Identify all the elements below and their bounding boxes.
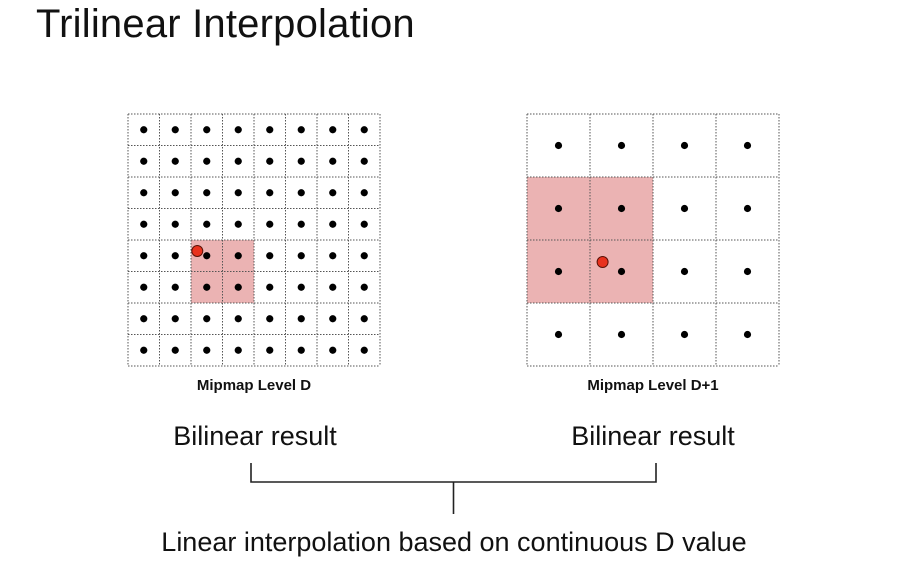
texel-center-dot <box>203 189 211 197</box>
texel-center-dot <box>234 220 242 228</box>
mipmap-grid-level-d-plus-1 <box>526 113 780 367</box>
texel-center-dot <box>360 220 368 228</box>
texel-center-dot <box>329 220 337 228</box>
texel-center-dot <box>140 157 148 165</box>
texel-center-dot <box>329 189 337 197</box>
texel-center-dot <box>297 220 305 228</box>
texel-center-dot <box>329 252 337 260</box>
texel-center-dot <box>360 189 368 197</box>
texel-center-dot <box>234 126 242 134</box>
texel-center-dot <box>743 267 752 276</box>
texel-center-dot <box>171 126 179 134</box>
texel-center-dot <box>360 252 368 260</box>
texel-center-dot <box>266 126 274 134</box>
bracket-line <box>250 463 657 483</box>
texel-center-dot <box>203 346 211 354</box>
texel-center-dot <box>234 283 242 291</box>
texel-center-dot <box>329 126 337 134</box>
texel-center-dot <box>554 141 563 150</box>
texel-center-dot <box>360 315 368 323</box>
texel-center-dot <box>360 126 368 134</box>
texel-center-dot <box>171 189 179 197</box>
texel-center-dot <box>266 220 274 228</box>
texel-center-dot <box>617 204 626 213</box>
texel-center-dot <box>234 315 242 323</box>
combine-bracket <box>250 463 657 514</box>
texel-center-dot <box>203 252 211 260</box>
texel-center-dot <box>171 157 179 165</box>
texel-center-dot <box>743 330 752 339</box>
texel-center-dot <box>329 315 337 323</box>
texel-center-dot <box>329 283 337 291</box>
sample-point <box>191 245 204 258</box>
texel-center-dot <box>554 204 563 213</box>
texel-center-dot <box>171 315 179 323</box>
texel-center-dot <box>680 141 689 150</box>
texel-center-dot <box>617 330 626 339</box>
texel-center-dot <box>266 252 274 260</box>
texel-center-dot <box>203 126 211 134</box>
texel-center-dot <box>329 346 337 354</box>
texel-center-dot <box>140 346 148 354</box>
texel-center-dot <box>266 346 274 354</box>
texel-center-dot <box>171 220 179 228</box>
texel-center-dot <box>554 267 563 276</box>
bilinear-result-left: Bilinear result <box>173 421 337 451</box>
texel-center-dot <box>297 126 305 134</box>
sample-point <box>596 256 609 269</box>
texel-center-dot <box>680 204 689 213</box>
texel-center-dot <box>234 157 242 165</box>
texel-center-dot <box>297 315 305 323</box>
texel-center-dot <box>329 157 337 165</box>
linear-interpolation-label: Linear interpolation based on continuous… <box>161 527 747 557</box>
texel-center-dot <box>680 267 689 276</box>
texel-center-dot <box>266 283 274 291</box>
texel-center-dot <box>360 157 368 165</box>
texel-center-dot <box>360 346 368 354</box>
texel-center-dot <box>617 267 626 276</box>
texel-center-dot <box>680 330 689 339</box>
texel-center-dot <box>297 252 305 260</box>
texel-center-dot <box>140 252 148 260</box>
texel-center-dot <box>234 252 242 260</box>
texel-center-dot <box>297 189 305 197</box>
texel-center-dot <box>266 315 274 323</box>
level-d-caption: Mipmap Level D <box>196 377 312 394</box>
texel-center-dot <box>171 346 179 354</box>
texel-center-dot <box>140 189 148 197</box>
texel-center-dot <box>234 346 242 354</box>
texel-center-dot <box>234 189 242 197</box>
texel-center-dot <box>171 252 179 260</box>
texel-center-dot <box>297 346 305 354</box>
texel-center-dot <box>140 126 148 134</box>
texel-center-dot <box>140 315 148 323</box>
texel-center-dot <box>203 283 211 291</box>
trilinear-diagram <box>127 113 780 514</box>
texel-center-dot <box>171 283 179 291</box>
texel-center-dot <box>140 283 148 291</box>
bilinear-result-right: Bilinear result <box>571 421 735 451</box>
texel-center-dot <box>297 157 305 165</box>
texel-center-dot <box>140 220 148 228</box>
mipmap-grid-level-d <box>127 113 381 367</box>
texel-center-dot <box>617 141 626 150</box>
level-d-plus-1-caption: Mipmap Level D+1 <box>587 377 719 394</box>
texel-center-dot <box>360 283 368 291</box>
texel-center-dot <box>266 157 274 165</box>
texel-center-dot <box>266 189 274 197</box>
texel-center-dot <box>554 330 563 339</box>
texel-center-dot <box>203 157 211 165</box>
texel-center-dot <box>743 204 752 213</box>
texel-center-dot <box>743 141 752 150</box>
texel-center-dot <box>297 283 305 291</box>
texel-center-dot <box>203 315 211 323</box>
texel-center-dot <box>203 220 211 228</box>
